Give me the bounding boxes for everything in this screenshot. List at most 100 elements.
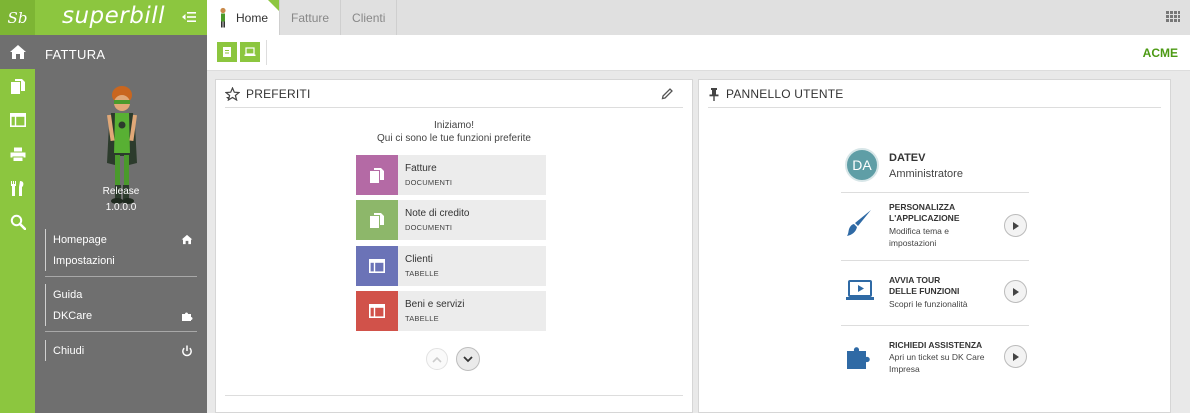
user-role: Amministratore [889,168,963,180]
menu-group-main: Homepage Impostazioni [45,229,197,271]
home-icon [181,234,193,245]
favorite-item-fatture[interactable]: Fatture DOCUMENTI [356,155,546,195]
menu-item-homepage[interactable]: Homepage [46,229,197,250]
release-label: Release [102,186,140,197]
release-version: 1.0.0.0 [105,202,137,213]
table-icon [9,113,26,127]
puzzle-icon [182,312,193,321]
top-bar: Sb superbill Home Fatture Clienti [0,0,1190,35]
favorite-name: Note di credito [405,208,470,219]
favorite-category: TABELLE [405,314,439,323]
brand-logo: superbill [62,3,166,29]
play-icon [1012,287,1019,296]
side-panel: FATTURA Release 1.0.0.0 Homepage Imposta… [35,35,207,413]
tab-strip: Home Fatture Clienti [207,0,398,35]
chevron-up-icon [432,356,442,363]
brand-mini-logo[interactable]: Sb [0,0,35,35]
tab-label: Home [236,10,269,25]
action-description: Scopri le funzionalità [889,299,968,309]
user-panel-divider [841,260,1029,261]
tab-fatture[interactable]: Fatture [280,0,342,35]
favorite-category: DOCUMENTI [405,223,453,232]
nav-search[interactable] [0,205,35,239]
favorite-item-note-di-credito[interactable]: Note di credito DOCUMENTI [356,200,546,240]
menu-divider [45,276,197,277]
nav-tables[interactable] [0,103,35,137]
favorite-text: Fatture DOCUMENTI [398,155,452,195]
action-description: Modifica tema e [889,226,949,236]
documents-icon [10,78,25,94]
menu-item-impostazioni[interactable]: Impostazioni [46,250,197,271]
nav-home[interactable] [0,35,35,69]
menu-item-label: Homepage [53,233,107,246]
menu-item-guida[interactable]: Guida [46,284,197,305]
favorite-text: Clienti TABELLE [398,246,439,286]
nav-tools[interactable] [0,171,35,205]
menu-group-exit: Chiudi [45,340,197,361]
user-panel-header: PANNELLO UTENTE [708,80,1161,108]
avatar[interactable]: DA [845,148,879,182]
action-title: L'APPLICAZIONE [889,213,960,223]
request-support-item[interactable]: RICHIEDI ASSISTENZA Apri un ticket su DK… [841,338,1029,383]
chevron-down-icon [463,355,473,362]
action-title: PERSONALIZZA [889,202,956,212]
toolbar-divider [266,40,267,65]
favorite-name: Fatture [405,163,437,174]
favorites-intro-title: Iniziamo! [433,120,474,131]
favorite-icon-tile [356,246,398,286]
play-icon [1012,221,1019,230]
documents-icon [370,167,384,183]
start-tour-go-button[interactable] [1004,280,1027,303]
user-name: DATEV [889,152,926,164]
documents-icon [370,212,384,228]
menu-item-chiudi[interactable]: Chiudi [46,340,197,361]
scroll-up-button[interactable] [426,348,448,370]
favorite-category: TABELLE [405,269,439,278]
action-description: Impresa [889,364,920,374]
user-panel-divider [841,325,1029,326]
favorite-text: Note di credito DOCUMENTI [398,200,469,240]
pencil-icon[interactable] [661,87,674,100]
favorite-category: DOCUMENTI [405,178,453,187]
action-title: RICHIEDI ASSISTENZA [889,340,983,350]
panel-title: PREFERITI [246,86,311,101]
menu-item-label: Chiudi [53,344,85,357]
favorite-icon-tile [356,200,398,240]
tour-button[interactable] [240,42,260,62]
tab-home[interactable]: Home [207,0,281,35]
brand-area: Sb superbill [0,0,207,35]
new-document-button[interactable] [217,42,237,62]
collapse-menu-icon[interactable] [181,9,197,25]
scroll-down-button[interactable] [456,347,480,371]
favorites-header: PREFERITI [225,80,683,108]
laptop-play-icon [846,280,874,300]
tools-icon [10,180,23,196]
home-icon [9,45,26,59]
company-name[interactable]: ACME [1143,46,1178,60]
favorite-text: Beni e servizi TABELLE [398,291,464,331]
app-window: Sb superbill Home Fatture Clienti FATTUR… [0,0,1190,413]
panel-footer-line [225,395,683,396]
request-support-go-button[interactable] [1004,345,1027,368]
menu-divider [45,331,197,332]
nav-print[interactable] [0,137,35,171]
nav-documents[interactable] [0,69,35,103]
printer-icon [10,147,25,162]
menu-item-dkcare[interactable]: DKCare [46,305,197,326]
menu-group-help: Guida DKCare [45,284,197,326]
favorite-item-clienti[interactable]: Clienti TABELLE [356,246,546,286]
personalize-go-button[interactable] [1004,214,1027,237]
user-panel: PANNELLO UTENTE DA DATEV Amministratore … [698,79,1171,413]
tab-clienti[interactable]: Clienti [341,0,398,35]
apps-grid-icon[interactable] [1166,11,1180,25]
menu-item-label: DKCare [53,309,93,322]
start-tour-item[interactable]: AVVIA TOUR DELLE FUNZIONI Scopri le funz… [841,273,1029,318]
personalize-app-item[interactable]: PERSONALIZZA L'APPLICAZIONE Modifica tem… [841,200,1029,258]
document-icon [223,47,231,57]
play-icon [1012,352,1019,361]
favorite-item-beni-e-servizi[interactable]: Beni e servizi TABELLE [356,291,546,331]
puzzle-icon [847,347,870,369]
laptop-icon [244,47,256,56]
favorite-name: Clienti [405,254,433,265]
table-icon [369,304,385,318]
